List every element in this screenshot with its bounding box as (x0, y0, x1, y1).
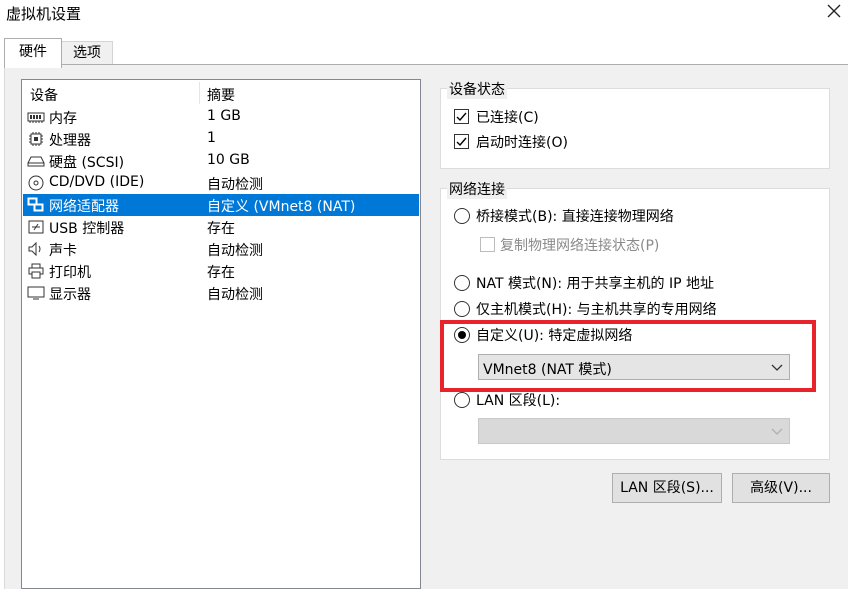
tab-options-label: 选项 (73, 45, 101, 61)
usb-icon (28, 220, 44, 234)
device-row-memory[interactable]: 内存 1 GB (23, 106, 419, 128)
processor-icon (29, 132, 43, 146)
tab-hardware[interactable]: 硬件 (4, 38, 62, 68)
device-status-group (440, 88, 830, 169)
advanced-button[interactable]: 高级(V)... (732, 473, 830, 503)
host-only-label[interactable]: 仅主机模式(H): 与主机共享的专用网络 (476, 299, 717, 319)
network-adapter-icon (27, 197, 44, 212)
bridged-radio[interactable] (454, 208, 470, 224)
cd-dvd-icon (28, 175, 44, 191)
connect-at-power-on-checkbox[interactable] (454, 134, 469, 149)
device-summary: 1 GB (207, 108, 241, 124)
device-name: CD/DVD (IDE) (49, 174, 145, 190)
tab-options[interactable]: 选项 (61, 41, 113, 64)
chevron-down-icon (771, 428, 783, 435)
device-name: 硬盘 (SCSI) (49, 155, 125, 171)
connected-label[interactable]: 已连接(C) (476, 107, 539, 127)
printer-icon (28, 263, 44, 279)
device-row-cd-dvd[interactable]: CD/DVD (IDE) 自动检测 (23, 172, 419, 194)
device-name: USB 控制器 (49, 221, 125, 237)
device-row-printer[interactable]: 打印机 存在 (23, 260, 419, 282)
host-only-radio[interactable] (454, 301, 470, 317)
check-icon (456, 112, 467, 122)
device-name: 打印机 (49, 265, 91, 281)
nat-label[interactable]: NAT 模式(N): 用于共享主机的 IP 地址 (476, 273, 714, 293)
close-icon[interactable] (825, 2, 843, 20)
hard-disk-icon (27, 156, 45, 167)
column-header-summary[interactable]: 摘要 (207, 85, 235, 105)
device-name: 声卡 (49, 243, 77, 259)
device-row-processor[interactable]: 处理器 1 (23, 128, 419, 150)
device-row-network-adapter[interactable]: 网络适配器 自定义 (VMnet8 (NAT) (23, 194, 419, 216)
device-name: 内存 (49, 111, 77, 127)
lan-segments-button[interactable]: LAN 区段(S)... (612, 473, 722, 503)
highlight-box (440, 320, 816, 392)
device-summary: 自动检测 (207, 287, 263, 303)
device-row-hard-disk[interactable]: 硬盘 (SCSI) 10 GB (23, 150, 419, 172)
bridged-label[interactable]: 桥接模式(B): 直接连接物理网络 (476, 206, 674, 226)
device-status-title: 设备状态 (447, 79, 507, 99)
device-name: 网络适配器 (49, 199, 119, 215)
display-icon (27, 286, 45, 300)
lan-segment-label[interactable]: LAN 区段(L): (476, 390, 560, 410)
memory-icon (27, 112, 45, 123)
window-title: 虚拟机设置 (6, 5, 82, 23)
device-summary: 自动检测 (207, 243, 263, 259)
sound-icon (28, 241, 41, 257)
device-summary: 自动检测 (207, 177, 263, 193)
device-row-sound-card[interactable]: 声卡 自动检测 (23, 238, 419, 260)
tab-hardware-label: 硬件 (19, 44, 47, 60)
network-connection-title: 网络连接 (447, 179, 507, 199)
connect-at-power-on-label[interactable]: 启动时连接(O) (476, 132, 568, 152)
column-header-device[interactable]: 设备 (30, 85, 58, 105)
nat-radio[interactable] (454, 275, 470, 291)
device-list[interactable]: 设备 摘要 内存 1 GB 处理器 1 硬盘 (SCSI) 10 GB CD/D… (21, 79, 421, 589)
device-summary: 10 GB (207, 152, 250, 168)
device-name: 显示器 (49, 287, 91, 303)
lan-segment-radio[interactable] (454, 392, 470, 408)
device-summary: 自定义 (VMnet8 (NAT) (207, 199, 356, 215)
device-name: 处理器 (49, 133, 91, 149)
device-summary: 存在 (207, 265, 235, 281)
connected-checkbox[interactable] (454, 109, 469, 124)
column-separator[interactable] (199, 82, 200, 104)
lan-segment-select[interactable] (478, 418, 790, 444)
device-row-display[interactable]: 显示器 自动检测 (23, 282, 419, 304)
check-icon (456, 137, 467, 147)
replicate-state-label[interactable]: 复制物理网络连接状态(P) (500, 235, 659, 255)
device-summary: 存在 (207, 221, 235, 237)
device-summary: 1 (207, 130, 216, 146)
replicate-state-checkbox[interactable] (480, 237, 495, 252)
device-row-usb-controller[interactable]: USB 控制器 存在 (23, 216, 419, 238)
